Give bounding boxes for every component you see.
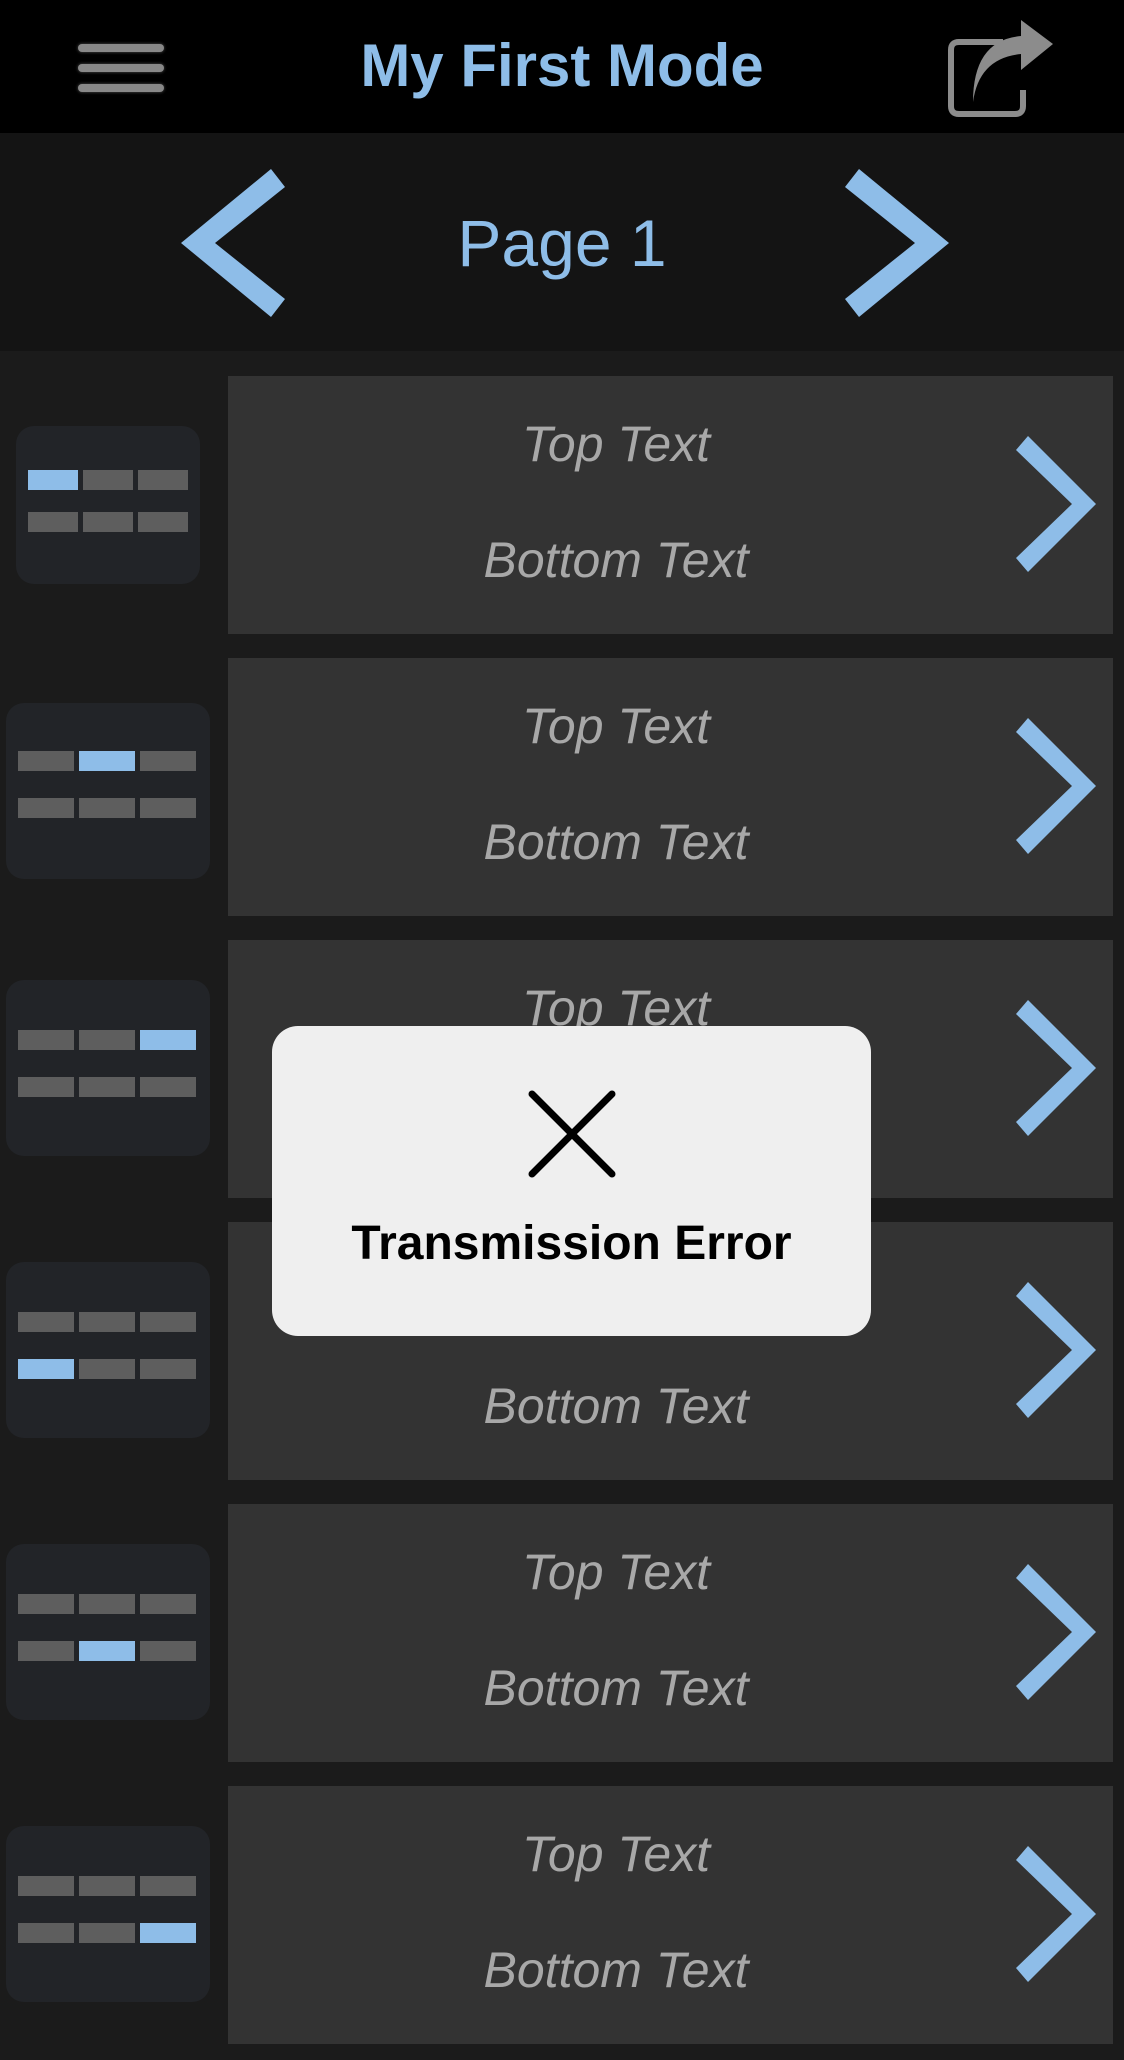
layout-cell — [79, 1641, 135, 1661]
layout-cell — [79, 1876, 135, 1896]
card-bottom-text: Bottom Text — [483, 1378, 749, 1434]
layout-thumbnail[interactable] — [6, 1544, 210, 1720]
card-top-text: Top Text — [521, 1826, 711, 1882]
layout-cell — [79, 798, 135, 818]
layout-cell — [140, 751, 196, 771]
layout-cell — [18, 751, 74, 771]
layout-cell — [140, 1923, 196, 1943]
mode-card[interactable]: Top Text Bottom Text — [228, 658, 1113, 916]
mode-card[interactable]: Top Text Bottom Text — [228, 1504, 1113, 1762]
hamburger-menu-icon[interactable] — [78, 40, 168, 96]
layout-cell — [79, 1077, 135, 1097]
layout-cell — [28, 470, 78, 490]
layout-thumbnail[interactable] — [6, 1262, 210, 1438]
layout-cell — [79, 751, 135, 771]
layout-cell — [18, 1077, 74, 1097]
layout-cell — [140, 1641, 196, 1661]
layout-thumbnail[interactable] — [16, 426, 200, 584]
mode-card[interactable]: Top Text Bottom Text — [228, 1786, 1113, 2044]
layout-cell — [140, 1359, 196, 1379]
layout-cell — [79, 1594, 135, 1614]
error-toast: Transmission Error — [272, 1026, 871, 1336]
layout-cell — [18, 1030, 74, 1050]
list-item: Top Text Bottom Text — [0, 1504, 1124, 1762]
list-item: Top Text Bottom Text — [0, 1786, 1124, 2044]
layout-cell — [140, 1594, 196, 1614]
layout-cell — [18, 1923, 74, 1943]
chevron-right-icon — [1000, 1846, 1110, 1986]
layout-cell — [79, 1923, 135, 1943]
card-top-text: Top Text — [521, 698, 711, 754]
layout-cell — [79, 1312, 135, 1332]
layout-cell — [18, 1359, 74, 1379]
chevron-right-icon — [1000, 1000, 1110, 1140]
page-navigator: Page 1 — [0, 133, 1124, 351]
chevron-left-icon[interactable] — [175, 163, 295, 323]
chevron-right-icon — [1000, 1564, 1110, 1704]
app-title: My First Mode — [360, 32, 764, 99]
list-item: Top Text Bottom Text — [0, 376, 1124, 634]
layout-cell — [79, 1030, 135, 1050]
layout-cell — [138, 512, 188, 532]
close-x-icon — [524, 1086, 620, 1182]
layout-cell — [28, 512, 78, 532]
card-bottom-text: Bottom Text — [483, 814, 749, 870]
app-screen: My First Mode Page 1 Top Text Bottom Tex… — [0, 0, 1124, 2060]
layout-cell — [140, 798, 196, 818]
layout-thumbnail[interactable] — [6, 703, 210, 879]
share-icon[interactable] — [945, 18, 1057, 118]
layout-cell — [83, 512, 133, 532]
layout-cell — [18, 1312, 74, 1332]
card-top-text: Top Text — [521, 416, 711, 472]
layout-cell — [140, 1312, 196, 1332]
card-bottom-text: Bottom Text — [483, 532, 749, 588]
layout-cell — [18, 1876, 74, 1896]
layout-thumbnail[interactable] — [6, 980, 210, 1156]
mode-card[interactable]: Top Text Bottom Text — [228, 376, 1113, 634]
page-label: Page 1 — [457, 206, 667, 280]
layout-cell — [138, 470, 188, 490]
layout-cell — [140, 1876, 196, 1896]
layout-cell — [83, 470, 133, 490]
layout-cell — [18, 1594, 74, 1614]
layout-thumbnail[interactable] — [6, 1826, 210, 2002]
layout-cell — [18, 1641, 74, 1661]
card-bottom-text: Bottom Text — [483, 1660, 749, 1716]
chevron-right-icon — [1000, 1282, 1110, 1422]
card-bottom-text: Bottom Text — [483, 1942, 749, 1998]
chevron-right-icon — [1000, 718, 1110, 858]
layout-cell — [140, 1077, 196, 1097]
chevron-right-icon[interactable] — [835, 163, 955, 323]
layout-cell — [79, 1359, 135, 1379]
top-bar: My First Mode — [0, 0, 1124, 133]
layout-cell — [140, 1030, 196, 1050]
layout-cell — [18, 798, 74, 818]
error-message: Transmission Error — [351, 1217, 792, 1270]
card-top-text: Top Text — [521, 1544, 711, 1600]
list-item: Top Text Bottom Text — [0, 658, 1124, 916]
chevron-right-icon — [1000, 436, 1110, 576]
